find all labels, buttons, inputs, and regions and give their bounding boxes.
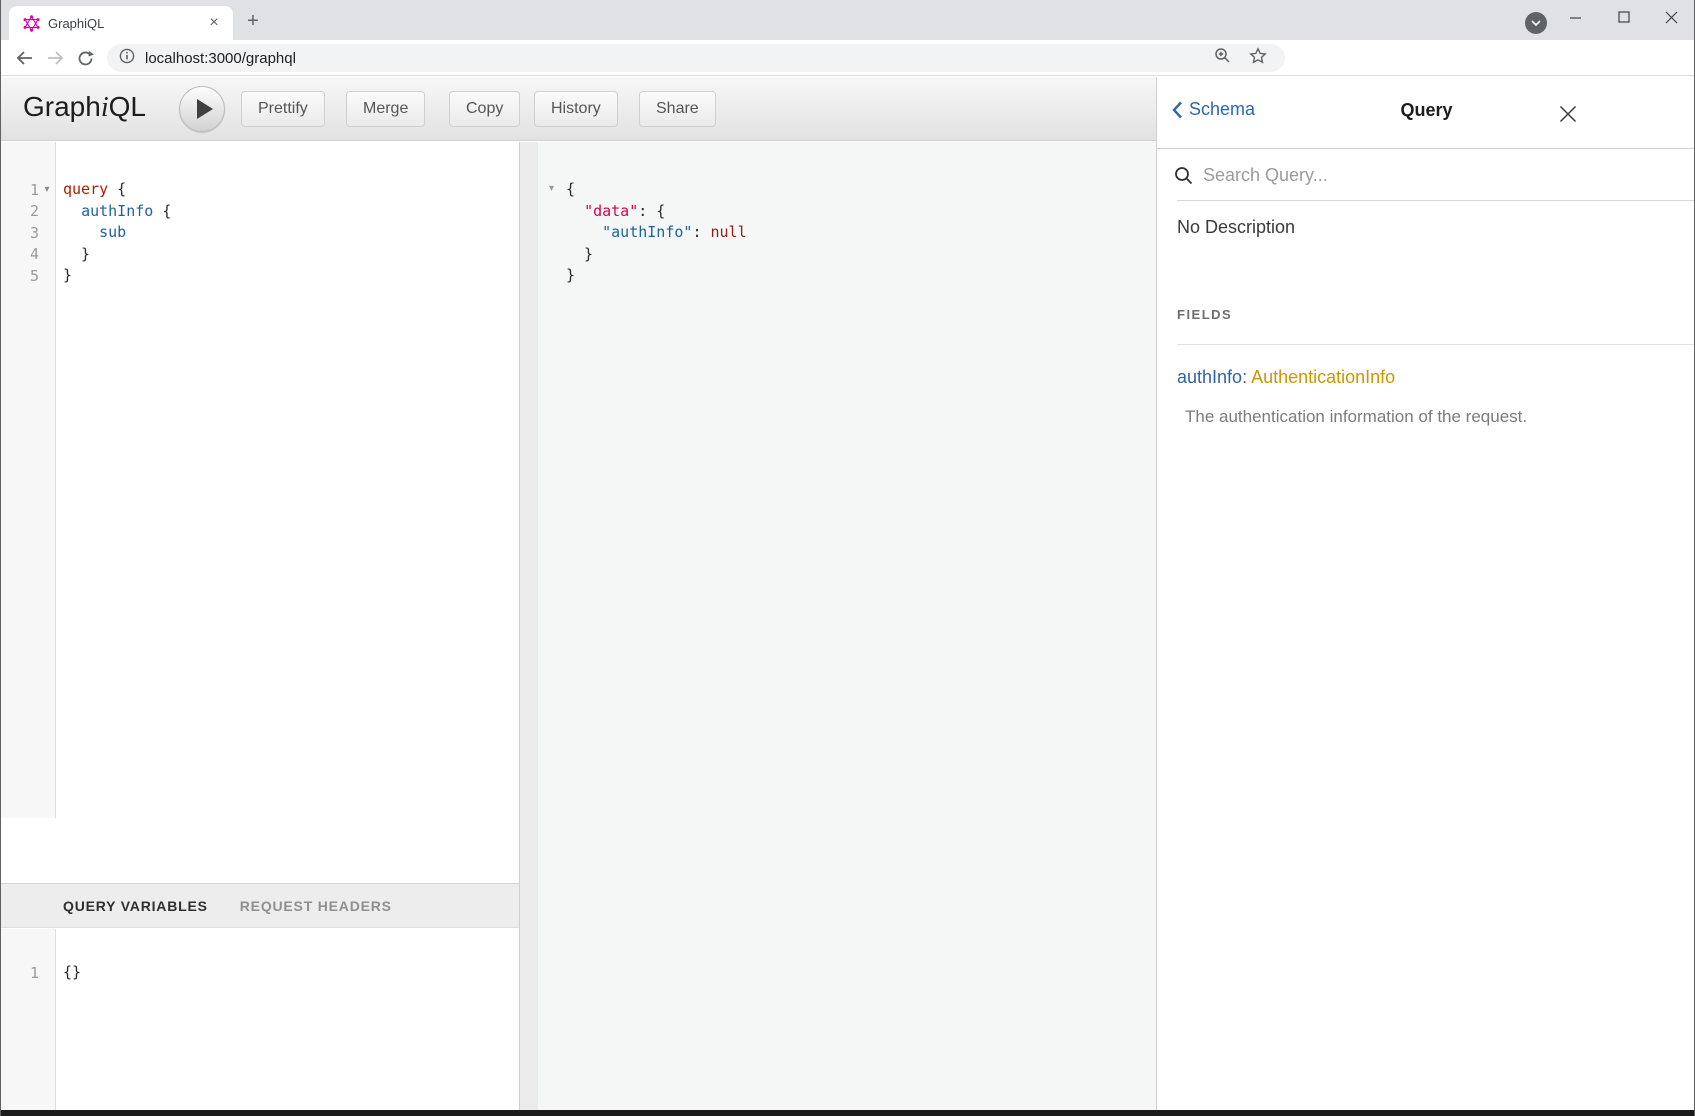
result-code: { "data": { "authInfo": null }} [566,179,1156,287]
result-fold-icon[interactable]: ▾ [549,183,554,194]
doc-search[interactable] [1157,149,1695,201]
site-info-icon[interactable] [119,48,135,69]
query-editor-code[interactable]: query { authInfo { sub }} [56,142,519,818]
reload-icon[interactable] [72,45,98,71]
history-button[interactable]: History [534,91,618,127]
field-name-link[interactable]: authInfo [1177,367,1242,387]
execute-query-button[interactable] [179,86,225,132]
query-editor[interactable]: 1▾2345 query { authInfo { sub }} [1,142,519,818]
share-button[interactable]: Share [639,91,716,127]
no-description-text: No Description [1177,217,1295,238]
fields-heading: FIELDS [1177,307,1232,322]
browser-toolbar: localhost:3000/graphql uO P Tp [1,40,1695,76]
variables-editor-code[interactable]: {} [56,929,519,1110]
variables-editor[interactable]: 1 {} [1,929,519,1110]
address-bar[interactable]: localhost:3000/graphql [107,44,1285,72]
window-close-button[interactable] [1649,0,1693,34]
new-tab-button[interactable]: + [241,10,265,34]
doc-explorer-header: Schema Query [1157,77,1695,149]
doc-title: Query [1157,100,1695,121]
close-icon [1559,105,1577,123]
browser-tab-graphiql[interactable]: GraphiQL × [9,6,233,40]
query-editor-gutter: 1▾2345 [1,142,56,818]
search-icon [1174,166,1193,185]
browser-window: GraphiQL × + localhost [0,0,1695,1116]
play-icon [197,99,213,119]
field-type-link[interactable]: AuthenticationInfo [1251,367,1395,387]
prettify-button[interactable]: Prettify [241,91,325,127]
url-text[interactable]: localhost:3000/graphql [145,50,1214,67]
result-pane[interactable]: ▾ { "data": { "authInfo": null }} [538,142,1156,1110]
graphiql-toolbar: GraphiQL Prettify Merge Copy History Sha… [1,77,1156,141]
window-maximize-button[interactable] [1602,0,1646,34]
variables-tab-bar: QUERY VARIABLES REQUEST HEADERS [1,883,519,928]
zoom-icon[interactable] [1214,47,1231,69]
copy-button[interactable]: Copy [449,91,520,127]
doc-close-button[interactable] [1555,101,1581,127]
field-row-authinfo: authInfo: AuthenticationInfo [1177,367,1395,388]
search-underline [1177,200,1695,201]
doc-explorer-panel: Schema Query No Description FIELDS authI… [1156,77,1695,1110]
back-icon[interactable] [12,45,38,71]
doc-search-input[interactable] [1203,165,1623,186]
graphiql-page: GraphiQL Prettify Merge Copy History Sha… [1,77,1695,1110]
graphql-favicon-icon [23,15,40,32]
tab-query-variables[interactable]: QUERY VARIABLES [63,898,208,914]
tab-search-icon[interactable] [1525,12,1547,34]
tab-request-headers[interactable]: REQUEST HEADERS [240,898,392,914]
merge-button[interactable]: Merge [346,91,425,127]
field-description: The authentication information of the re… [1185,407,1527,427]
forward-icon[interactable] [42,45,68,71]
taskbar-edge [1,1110,1695,1116]
window-minimize-button[interactable] [1553,0,1597,34]
variables-editor-gutter: 1 [1,929,56,1110]
pane-resize-handle[interactable] [519,142,538,1110]
fields-divider [1177,344,1695,345]
tab-close-icon[interactable]: × [205,14,223,32]
tab-strip: GraphiQL × + [1,0,1695,40]
bookmark-star-icon[interactable] [1249,47,1267,70]
editor-column: 1▾2345 query { authInfo { sub }} QUERY V… [1,142,519,1110]
graphiql-logo: GraphiQL [23,91,146,124]
tab-title: GraphiQL [48,16,205,31]
